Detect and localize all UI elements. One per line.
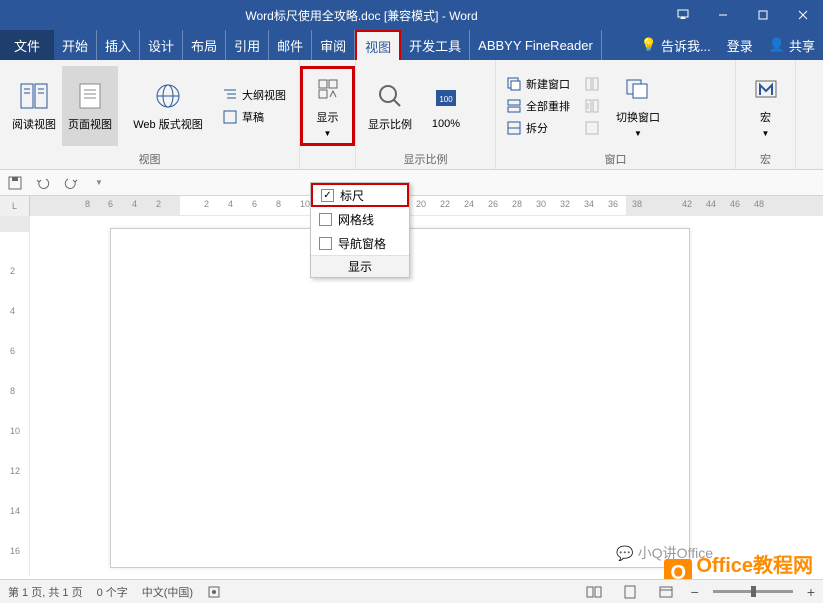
wechat-icon: 💬 — [616, 545, 633, 562]
views-group-label: 视图 — [0, 151, 299, 169]
macros-button[interactable]: 宏 ▼ — [742, 66, 789, 146]
print-layout-icon — [74, 80, 106, 112]
split-icon — [506, 120, 522, 136]
minimize-button[interactable] — [703, 0, 743, 30]
side-by-side-button — [580, 73, 604, 95]
vertical-ruler[interactable]: 24681012141618 — [0, 216, 30, 576]
new-window-icon — [506, 76, 522, 92]
checkbox-checked-icon: ✓ — [321, 189, 334, 202]
ruler-checkbox-item[interactable]: ✓ 标尺 — [311, 183, 409, 207]
macros-group-label: 宏 — [736, 151, 795, 169]
zoom-100-button[interactable]: 100 100% — [418, 66, 474, 146]
page-count[interactable]: 第 1 页, 共 1 页 — [8, 584, 83, 600]
show-popup-footer: 显示 — [311, 255, 409, 277]
tell-me[interactable]: 💡 告诉我... — [633, 36, 719, 55]
print-layout-button[interactable]: 页面视图 — [62, 66, 118, 146]
outline-view-button[interactable]: 大纲视图 — [218, 84, 290, 106]
word-count[interactable]: 0 个字 — [97, 584, 128, 600]
ribbon-tabs: 文件 开始 插入 设计 布局 引用 邮件 审阅 视图 开发工具 ABBYY Fi… — [0, 30, 823, 60]
side-by-side-icon — [584, 76, 600, 92]
show-dropdown-button[interactable]: 显示 ▼ — [300, 66, 355, 146]
draft-icon — [222, 109, 238, 125]
tab-view[interactable]: 视图 — [355, 30, 401, 60]
web-layout-icon — [152, 80, 184, 112]
window-group-label: 窗口 — [496, 151, 735, 169]
tab-layout[interactable]: 布局 — [183, 30, 226, 60]
zoom-in-button[interactable]: + — [807, 584, 815, 600]
share-icon: 👤 — [769, 37, 785, 53]
svg-text:100: 100 — [439, 95, 453, 104]
outline-icon — [222, 87, 238, 103]
zoom-button[interactable]: 显示比例 — [362, 66, 418, 146]
arrange-all-button[interactable]: 全部重排 — [502, 95, 574, 117]
macro-record-button[interactable] — [207, 585, 221, 599]
web-layout-view-button[interactable] — [655, 583, 677, 601]
magnifier-icon — [374, 80, 406, 112]
lightbulb-icon: 💡 — [641, 37, 657, 53]
read-mode-button[interactable]: 阅读视图 — [6, 66, 62, 146]
tab-abbyy[interactable]: ABBYY FineReader — [470, 30, 602, 60]
language-indicator[interactable]: 中文(中国) — [142, 584, 193, 600]
maximize-button[interactable] — [743, 0, 783, 30]
sync-scroll-icon — [584, 98, 600, 114]
horizontal-ruler-row: L 86422468101214161820222426283032343638… — [0, 196, 823, 216]
split-button[interactable]: 拆分 — [502, 117, 574, 139]
reset-position-icon — [584, 120, 600, 136]
navpane-checkbox-item[interactable]: 导航窗格 — [311, 231, 409, 255]
reset-position-button — [580, 117, 604, 139]
status-bar: 第 1 页, 共 1 页 0 个字 中文(中国) − + — [0, 579, 823, 603]
arrange-icon — [506, 98, 522, 114]
new-window-button[interactable]: 新建窗口 — [502, 73, 574, 95]
checkbox-icon — [319, 213, 332, 226]
show-icon — [312, 73, 344, 105]
tab-insert[interactable]: 插入 — [97, 30, 140, 60]
chevron-down-icon: ▼ — [634, 129, 642, 138]
window-title: Word标尺使用全攻略.doc [兼容模式] - Word — [60, 7, 663, 24]
share-button[interactable]: 👤 共享 — [761, 36, 823, 55]
save-button[interactable] — [6, 174, 24, 192]
checkbox-icon — [319, 237, 332, 250]
title-bar: Word标尺使用全攻略.doc [兼容模式] - Word — [0, 0, 823, 30]
close-button[interactable] — [783, 0, 823, 30]
web-layout-button[interactable]: Web 版式视图 — [118, 66, 218, 146]
ribbon: 阅读视图 页面视图 Web 版式视图 大纲视图 草稿 视图 — [0, 60, 823, 170]
draft-view-button[interactable]: 草稿 — [218, 106, 290, 128]
zoom-slider[interactable] — [713, 590, 793, 593]
read-mode-icon — [18, 80, 50, 112]
tab-references[interactable]: 引用 — [226, 30, 269, 60]
gridlines-checkbox-item[interactable]: 网格线 — [311, 207, 409, 231]
ribbon-options-button[interactable] — [663, 0, 703, 30]
document-page[interactable] — [110, 228, 690, 568]
show-dropdown-menu: ✓ 标尺 网格线 导航窗格 显示 — [310, 182, 410, 278]
switch-windows-button[interactable]: 切换窗口 ▼ — [610, 66, 666, 146]
macros-icon — [750, 73, 782, 105]
document-area: 24681012141618 — [0, 216, 823, 576]
page-container — [30, 216, 823, 576]
sync-scroll-button — [580, 95, 604, 117]
qat-customize-button[interactable]: ▼ — [90, 174, 108, 192]
horizontal-ruler[interactable]: 8642246810121416182022242628303234363842… — [30, 196, 823, 216]
redo-button[interactable] — [62, 174, 80, 192]
tab-developer[interactable]: 开发工具 — [401, 30, 470, 60]
switch-windows-icon — [622, 73, 654, 105]
tab-home[interactable]: 开始 — [54, 30, 97, 60]
chevron-down-icon: ▼ — [324, 129, 332, 138]
zoom-100-icon: 100 — [430, 82, 462, 114]
chevron-down-icon: ▼ — [762, 129, 770, 138]
zoom-out-button[interactable]: − — [691, 584, 699, 600]
undo-button[interactable] — [34, 174, 52, 192]
tab-review[interactable]: 审阅 — [312, 30, 355, 60]
ruler-corner: L — [0, 196, 30, 216]
login-button[interactable]: 登录 — [719, 36, 761, 55]
print-layout-view-button[interactable] — [619, 583, 641, 601]
tab-file[interactable]: 文件 — [0, 30, 54, 60]
read-mode-view-button[interactable] — [583, 583, 605, 601]
tab-mailings[interactable]: 邮件 — [269, 30, 312, 60]
zoom-group-label: 显示比例 — [356, 151, 495, 169]
tab-design[interactable]: 设计 — [140, 30, 183, 60]
quick-access-toolbar: ▼ — [0, 170, 823, 196]
